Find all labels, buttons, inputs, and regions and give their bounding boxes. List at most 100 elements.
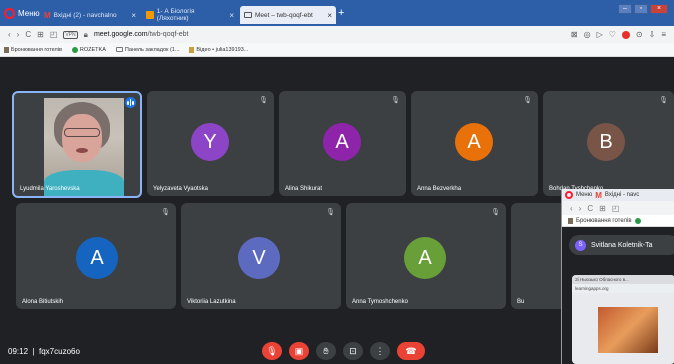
shared-url: learningapps.org (575, 286, 609, 291)
opera-menu-button[interactable]: Меню (4, 5, 40, 21)
bookmark-folder[interactable]: Панель закладок (1... (115, 47, 179, 53)
hand-icon: ✋︎ (323, 345, 329, 356)
tab-classroom[interactable]: 1- А Біологія (Ляхотник) × (142, 6, 238, 24)
raise-hand-button[interactable]: ✋︎ (316, 342, 336, 360)
mic-toggle-button[interactable]: 🎙︎ (262, 342, 282, 360)
participant-tile[interactable]: 🎙︎ A Alona Bitiutskih (16, 203, 176, 309)
video-face (62, 114, 102, 162)
tab-meet[interactable]: Meet – twb-qoqf-ebt × (240, 6, 336, 24)
new-tab-icon[interactable]: + (338, 7, 344, 19)
forward-icon[interactable]: › (579, 204, 582, 213)
mic-off-icon: 🎙︎ (326, 209, 335, 216)
bookmarks-bar: Бронювання готелів ROZETKA Панель заклад… (0, 43, 674, 57)
video-icon (189, 46, 195, 53)
participant-tile-lyudmila[interactable]: Lyudmila Yaroshevska (12, 91, 142, 198)
participant-name: Viktoriia Lazutkina (187, 299, 236, 305)
avatar-letter: A (90, 246, 104, 269)
screenshot-icon[interactable]: ◰ (50, 30, 58, 39)
minimize-icon[interactable]: – (618, 4, 632, 14)
present-icon: ⊡ (349, 345, 357, 356)
bookmark-hotels[interactable]: Бронювання готелів (4, 46, 62, 53)
mic-off-icon: 🎙︎ (259, 97, 268, 104)
window-close-icon[interactable]: × (650, 4, 668, 14)
url-field[interactable]: meet.google.com/twb-qoqf-ebt (94, 31, 189, 38)
back-icon[interactable]: ‹ (8, 30, 11, 39)
avatar-letter: Y (203, 130, 217, 153)
more-options-button[interactable]: ⋮ (370, 342, 390, 360)
maximize-icon[interactable]: ▫ (634, 4, 648, 14)
adblock-icon[interactable] (621, 30, 630, 39)
participant-tile[interactable]: 🎙︎ Y Yelyzaveta Vyaotska (147, 91, 274, 196)
second-browser-window[interactable]: Меню M Вхідні - navc ‹ › C ⊞ ◰ Бронюванн… (561, 189, 674, 364)
participant-tile[interactable]: 🎙︎ V Viktoriia Lazutkina (181, 203, 341, 309)
bookmark-video[interactable]: Відео • julia139193... (189, 46, 248, 53)
leave-call-button[interactable]: ☎︎ (397, 342, 425, 360)
window-controls: – ▫ × (618, 4, 668, 14)
popup-menu-label[interactable]: Меню (576, 192, 592, 198)
forward-icon[interactable]: › (17, 30, 20, 39)
classroom-icon (146, 11, 154, 19)
extensions-icon[interactable]: ⊠ (571, 30, 578, 39)
presenter-avatar: S (575, 239, 586, 251)
bookmark-rozetka[interactable]: ROZETKA (71, 46, 106, 53)
tab-gmail[interactable]: M Вхідні (2) - navchalno × (40, 6, 140, 24)
camera-off-icon: ▣ (294, 345, 304, 356)
bookmark-label[interactable]: Бронювання готелів (576, 218, 632, 224)
participant-name: Alona Bitiutskih (22, 299, 64, 305)
shared-screen: Зі Ньюзько Обласного в... learningapps.o… (572, 275, 674, 364)
back-icon[interactable]: ‹ (570, 204, 573, 213)
file-icon (568, 217, 573, 224)
present-button[interactable]: ⊡ (343, 342, 363, 360)
presenter-pill[interactable]: S Svitlana Koletnik-Ta (569, 235, 674, 255)
shared-tab-label: Зі Ньюзько Обласного в... (575, 277, 629, 282)
participant-name: Bu (517, 299, 525, 305)
presenter-name: Svitlana Koletnik-Ta (591, 241, 653, 249)
video-mouth (76, 148, 88, 153)
popup-meet-view: S Svitlana Koletnik-Ta Зі Ньюзько Обласн… (562, 227, 674, 364)
file-icon (4, 46, 9, 53)
mic-off-icon: 🎙︎ (491, 209, 500, 216)
participant-tile[interactable]: 🎙︎ A Anna Bezverkha (411, 91, 538, 196)
video-shirt (44, 170, 124, 196)
mic-off-icon: 🎙︎ (659, 97, 668, 104)
rozetka-icon (71, 46, 78, 53)
screenshot-icon[interactable]: ◰ (612, 204, 620, 213)
bookmark-label: Бронювання готелів (11, 46, 62, 53)
avatar-letter: A (467, 130, 481, 153)
address-bar: ‹ › C ⊞ ◰ VPN 🔒︎ meet.google.com/twb-qoq… (0, 26, 674, 43)
opera-menu-label: Меню (18, 8, 40, 18)
participant-tile[interactable]: 🎙︎ A Alina Shikurat (279, 91, 406, 196)
participant-tile[interactable]: 🎙︎ A Anna Tymoshchenko (346, 203, 506, 309)
speaking-indicator-icon (125, 97, 136, 108)
avatar-letter: B (599, 130, 613, 153)
tab-label: Вхідні (2) - navchalno (53, 11, 117, 19)
avatar: A (455, 123, 493, 161)
snapshot-icon[interactable]: ⊙ (636, 30, 643, 39)
send-icon[interactable]: ▷ (597, 30, 603, 39)
close-icon[interactable]: × (229, 11, 234, 20)
bookmark-label: ROZETKA (79, 46, 106, 53)
reload-icon[interactable]: C (25, 30, 31, 39)
speed-dial-icon[interactable]: ⊞ (599, 204, 606, 213)
video-glasses (64, 128, 100, 137)
participant-name: Yelyzaveta Vyaotska (153, 186, 208, 192)
participant-name: Lyudmila Yaroshevska (20, 186, 80, 192)
heart-icon[interactable]: ♡ (609, 30, 616, 39)
shared-address-bar: learningapps.org (572, 284, 674, 293)
shared-image (598, 307, 658, 353)
easy-setup-icon[interactable]: ≡ (661, 30, 666, 39)
url-path: /twb-qoqf-ebt (147, 31, 189, 38)
camera-toggle-button[interactable]: ▣ (289, 342, 309, 360)
speed-dial-icon[interactable]: ⊞ (37, 30, 44, 39)
vpn-badge[interactable]: VPN (63, 30, 78, 39)
avatar-letter: A (335, 130, 349, 153)
close-icon[interactable]: × (327, 11, 332, 20)
close-icon[interactable]: × (131, 11, 136, 20)
rozetka-icon (634, 217, 641, 224)
camera-icon[interactable]: ◎ (584, 30, 591, 39)
participant-tile[interactable]: 🎙︎ B Bohdan Tyshchenko (543, 91, 674, 196)
avatar: V (238, 237, 280, 279)
download-icon[interactable]: ⇩ (649, 30, 656, 39)
reload-icon[interactable]: C (587, 204, 593, 213)
popup-tab-label[interactable]: Вхідні - navc (605, 192, 639, 198)
